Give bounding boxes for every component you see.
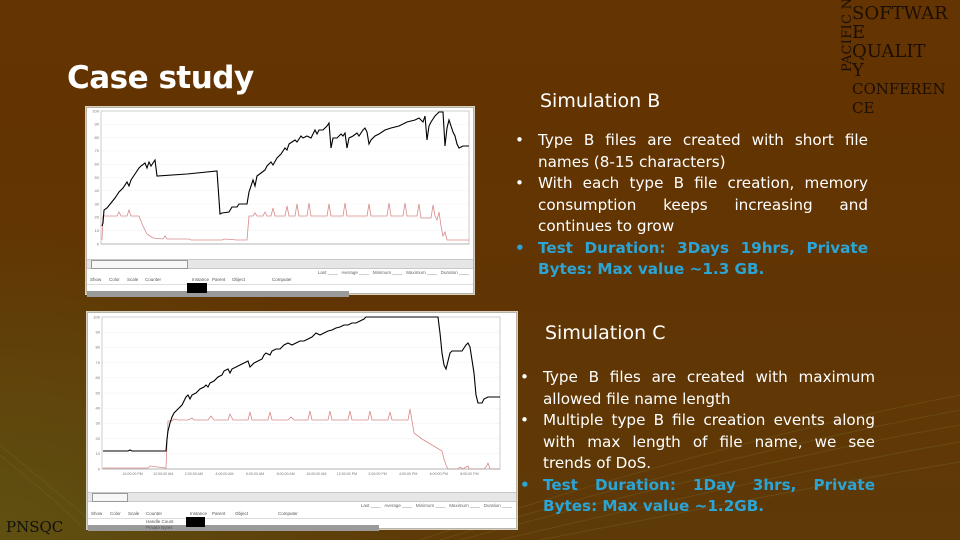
simulation-b-time-scrollbar[interactable] bbox=[87, 259, 473, 269]
scrollbar-thumb[interactable] bbox=[91, 260, 188, 269]
bullet-item: • Type B files are created with short fil… bbox=[515, 131, 868, 171]
y-tick-label: 100 bbox=[92, 108, 99, 113]
x-tick-label: 4:00:00 PM bbox=[399, 472, 417, 476]
simulation-c-counter-legend: Show Color Scale Counter Instance Parent… bbox=[88, 511, 516, 531]
y-tick-label: 0 bbox=[97, 241, 100, 246]
simulation-b-title: Simulation B bbox=[540, 90, 661, 112]
bullet-icon: • bbox=[520, 475, 530, 494]
y-tick-label: 20 bbox=[96, 436, 101, 441]
legend-row-selected[interactable] bbox=[87, 291, 350, 297]
bullet-icon: • bbox=[520, 411, 529, 429]
simulation-b-counter-legend: Show Color Scale Counter Instance Parent… bbox=[87, 277, 473, 297]
y-tick-label: 70 bbox=[95, 148, 100, 153]
y-tick-label: 90 bbox=[95, 122, 100, 127]
x-tick-label: 8:00:00 PM bbox=[460, 472, 478, 476]
legend-header: Show Color Scale Counter Instance Parent… bbox=[87, 277, 473, 285]
y-tick-label: 100 bbox=[93, 314, 100, 319]
y-tick-label: 10 bbox=[96, 451, 101, 456]
x-tick-label: 10:00:00 PM bbox=[122, 472, 142, 476]
instance-redacted-block bbox=[187, 283, 207, 293]
y-tick-label: 0 bbox=[98, 466, 101, 471]
y-tick-label: 50 bbox=[96, 390, 101, 395]
simulation-c-time-scrollbar[interactable] bbox=[88, 492, 516, 502]
bullet-icon: • bbox=[520, 368, 529, 386]
x-tick-label: 10:00:00 AM bbox=[306, 472, 326, 476]
y-tick-label: 70 bbox=[96, 360, 101, 365]
simulation-c-stats-row: Last ____ Average ____ Minimum ____ Maxi… bbox=[360, 503, 512, 508]
simulation-c-bullets: • Type B files are created with maximum a… bbox=[513, 367, 875, 518]
legend-header: Show Color Scale Counter Instance Parent… bbox=[88, 511, 516, 519]
x-tick-label: 2:00:00 AM bbox=[185, 472, 203, 476]
y-tick-label: 10 bbox=[95, 228, 100, 233]
y-tick-label: 30 bbox=[96, 421, 101, 426]
y-tick-label: 40 bbox=[95, 188, 100, 193]
y-tick-label: 80 bbox=[95, 135, 100, 140]
slide-title: Case study bbox=[67, 60, 254, 96]
x-tick-label: 12:00:00 AM bbox=[153, 472, 173, 476]
bullet-icon: • bbox=[515, 131, 524, 149]
footer-logo: PNSQC bbox=[6, 518, 64, 536]
x-tick-label: 12:00:00 PM bbox=[337, 472, 357, 476]
y-tick-label: 30 bbox=[95, 201, 100, 206]
simulation-b-stats-row: Last ____ Average ____ Minimum ____ Maxi… bbox=[317, 270, 469, 275]
y-tick-label: 60 bbox=[96, 375, 101, 380]
y-tick-label: 60 bbox=[95, 162, 100, 167]
conference-logo-text: SOFTWAR E QUALIT Y CONFEREN CE bbox=[852, 3, 948, 117]
simulation-b-bullets: • Type B files are created with short fil… bbox=[508, 130, 868, 281]
x-tick-label: 8:00:00 AM bbox=[277, 472, 295, 476]
legend-row-private-bytes[interactable]: Private Bytes bbox=[88, 525, 380, 531]
bullet-icon: • bbox=[515, 238, 525, 257]
bullet-item-highlight: • Test Duration: 1Day 3hrs, Private Bytes… bbox=[520, 475, 875, 516]
x-tick-label: 2:00:00 PM bbox=[368, 472, 386, 476]
y-tick-label: 80 bbox=[96, 345, 101, 350]
instance-redacted-block bbox=[186, 517, 205, 527]
simulation-b-perfmon-screenshot: 100 90 80 70 60 50 40 30 20 10 0 Last ____ Average… bbox=[86, 107, 474, 297]
scrollbar-thumb[interactable] bbox=[92, 493, 128, 502]
simulation-c-perfmon-screenshot: 100 90 80 70 60 50 40 30 20 10 0 10:00:00 PM 12:00:… bbox=[87, 312, 517, 531]
x-tick-label: 6:00:00 AM bbox=[246, 472, 264, 476]
bullet-item-highlight: • Test Duration: 3Days 19hrs, Private Byt… bbox=[515, 238, 868, 279]
bullet-item: • With each type B file creation, memory … bbox=[515, 174, 868, 235]
bullet-item: • Type B files are created with maximum a… bbox=[520, 368, 875, 408]
x-tick-label: 6:00:00 PM bbox=[430, 472, 448, 476]
y-tick-label: 50 bbox=[95, 175, 100, 180]
y-tick-label: 40 bbox=[96, 406, 101, 411]
x-tick-label: 4:00:00 AM bbox=[215, 472, 233, 476]
bullet-icon: • bbox=[515, 174, 524, 192]
conference-logo: PACIFIC NW SOFTWAR E QUALIT Y CONFEREN C… bbox=[838, 0, 960, 140]
y-tick-label: 20 bbox=[95, 215, 100, 220]
bullet-item: • Multiple type B file creation events al… bbox=[520, 411, 875, 472]
simulation-c-title: Simulation C bbox=[545, 322, 666, 344]
y-tick-label: 90 bbox=[96, 330, 101, 335]
